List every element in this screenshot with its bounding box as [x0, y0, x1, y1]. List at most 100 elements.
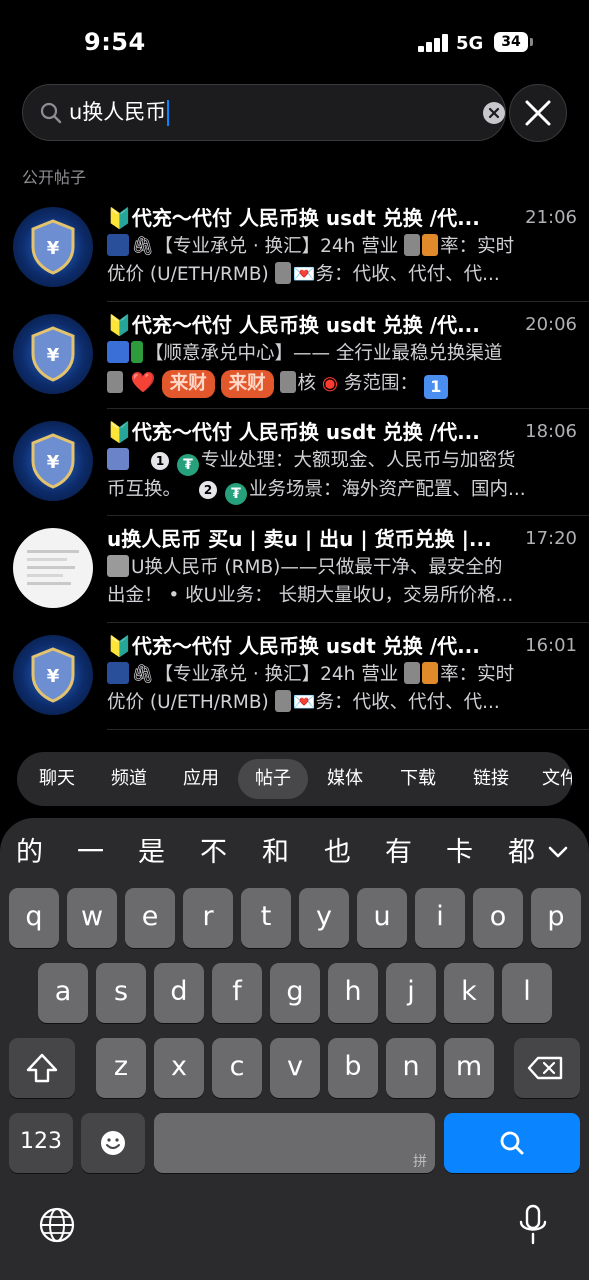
close-icon — [525, 100, 551, 126]
key-v[interactable]: v — [270, 1038, 320, 1098]
emoji-key[interactable] — [81, 1113, 145, 1173]
key-a[interactable]: a — [38, 963, 88, 1023]
post-snippet: 🖇【专业承兑 · 换汇】24h 营业 率：实时 — [107, 661, 575, 689]
candidate[interactable]: 一 — [77, 830, 104, 869]
filter-tabs: 聊天 频道 应用 帖子 媒体 下载 链接 文件 — [17, 752, 572, 806]
post-snippet: 优价 (U/ETH/RMB) 💌务：代收、代付、代... — [107, 690, 500, 713]
candidate[interactable]: 卡 — [446, 830, 473, 869]
list-item[interactable]: ¥ 🔰代充～代付 人民币换 usdt 兑换 /代... 18:06 1 ₮ 专业处理… — [0, 409, 589, 516]
emoji-icon — [131, 341, 143, 363]
post-snippet: U换人民币 (RMB)——只做最干净、最安全的 — [107, 554, 575, 582]
candidate[interactable]: 是 — [138, 830, 165, 869]
key-p[interactable]: p — [531, 888, 581, 948]
key-x[interactable]: x — [154, 1038, 204, 1098]
key-i[interactable]: i — [415, 888, 465, 948]
candidate[interactable]: 的 — [16, 830, 43, 869]
tether-icon: ₮ — [225, 483, 248, 505]
list-item[interactable]: ¥ 🔰代充～代付 人民币换 usdt 兑换 /代... 20:06 【顺意承兑中… — [0, 302, 589, 409]
tab-channels[interactable]: 频道 — [97, 759, 161, 799]
avatar: ¥ — [13, 421, 93, 501]
search-icon — [40, 102, 62, 124]
svg-text:¥: ¥ — [47, 238, 60, 259]
search-key[interactable] — [444, 1113, 580, 1173]
network-type: 5G — [456, 33, 484, 54]
space-key[interactable]: 拼 — [154, 1113, 435, 1173]
tab-apps[interactable]: 应用 — [169, 759, 233, 799]
candidate[interactable]: 和 — [262, 830, 289, 869]
key-h[interactable]: h — [328, 963, 378, 1023]
backspace-icon — [527, 1056, 563, 1080]
shield-icon: ¥ — [31, 647, 75, 703]
emoji-icon — [422, 234, 439, 256]
key-o[interactable]: o — [473, 888, 523, 948]
key-n[interactable]: n — [386, 1038, 436, 1098]
clear-search-button[interactable] — [483, 102, 505, 124]
post-snippet: 【顺意承兑中心】—— 全行业最稳兑换渠道 — [107, 340, 575, 368]
key-b[interactable]: b — [328, 1038, 378, 1098]
key-g[interactable]: g — [270, 963, 320, 1023]
numbers-key[interactable]: 123 — [9, 1113, 73, 1173]
emoji-icon — [274, 262, 291, 284]
thumbnail-icon — [107, 555, 129, 577]
chevron-down-icon[interactable] — [544, 838, 572, 866]
emoji-icon — [404, 234, 421, 256]
key-t[interactable]: t — [241, 888, 291, 948]
avatar — [13, 528, 93, 608]
key-c[interactable]: c — [212, 1038, 262, 1098]
key-z[interactable]: z — [96, 1038, 146, 1098]
pinyin-indicator: 拼 — [413, 1154, 427, 1170]
post-snippet: 优价 (U/ETH/RMB) 💌务：代收、代付、代... — [107, 262, 500, 285]
key-k[interactable]: k — [444, 963, 494, 1023]
close-search-button[interactable] — [509, 84, 567, 142]
search-field[interactable]: u换人民币 — [22, 84, 506, 141]
key-q[interactable]: q — [9, 888, 59, 948]
list-item[interactable]: ¥ 🔰代充～代付 人民币换 usdt 兑换 /代... 16:01 🖇【专业承兑… — [0, 623, 589, 730]
list-item[interactable]: ¥ 🔰代充～代付 人民币换 usdt 兑换 /代... 21:06 🖇【专业承兑… — [0, 195, 589, 302]
globe-icon[interactable] — [38, 1206, 76, 1244]
key-u[interactable]: u — [357, 888, 407, 948]
candidate-bar: 的 一 是 不 和 也 有 卡 都 — [0, 818, 589, 884]
key-l[interactable]: l — [502, 963, 552, 1023]
tab-chats[interactable]: 聊天 — [25, 759, 89, 799]
emoji-icon — [101, 1131, 125, 1155]
post-title: 🔰代充～代付 人民币换 usdt 兑换 /代... — [107, 206, 480, 230]
candidate[interactable]: 有 — [385, 830, 412, 869]
tab-posts[interactable]: 帖子 — [238, 759, 308, 799]
tab-files[interactable]: 文件 — [530, 759, 572, 799]
key-e[interactable]: e — [125, 888, 175, 948]
tab-links[interactable]: 链接 — [459, 759, 523, 799]
key-w[interactable]: w — [67, 888, 117, 948]
key-f[interactable]: f — [212, 963, 262, 1023]
post-snippet: 1 ₮ 专业处理：大额现金、人民币与加密货 — [107, 447, 575, 476]
post-time: 18:06 — [525, 421, 577, 442]
list-item[interactable]: u换人民币 买u | 卖u | 出u | 货币兑换 |... 17:20 U换人… — [0, 516, 589, 623]
emoji-icon — [422, 662, 439, 684]
thumbnail-icon — [107, 341, 129, 363]
clock: 9:54 — [84, 28, 146, 56]
key-m[interactable]: m — [444, 1038, 494, 1098]
key-s[interactable]: s — [96, 963, 146, 1023]
post-time: 16:01 — [525, 635, 577, 656]
post-snippet: 币互换。 2 ₮ 业务场景：海外资产配置、国内... — [107, 476, 575, 505]
candidate[interactable]: 也 — [324, 830, 351, 869]
shield-icon: ¥ — [31, 219, 75, 275]
tab-downloads[interactable]: 下载 — [386, 759, 450, 799]
key-y[interactable]: y — [299, 888, 349, 948]
keyboard: 的 一 是 不 和 也 有 卡 都 q w e r t y u i o p a … — [0, 818, 589, 1280]
battery-icon: 34 — [494, 32, 533, 52]
post-title: 🔰代充～代付 人民币换 usdt 兑换 /代... — [107, 634, 480, 658]
divider — [107, 729, 589, 730]
post-snippet: ❤️ 来财 来财 核 ◉ 务范围： 1 — [107, 368, 575, 399]
candidate[interactable]: 都 — [508, 830, 535, 869]
tab-media[interactable]: 媒体 — [313, 759, 377, 799]
key-d[interactable]: d — [154, 963, 204, 1023]
key-j[interactable]: j — [386, 963, 436, 1023]
microphone-icon[interactable] — [518, 1204, 548, 1246]
shift-key[interactable] — [9, 1038, 75, 1098]
avatar: ¥ — [13, 314, 93, 394]
key-r[interactable]: r — [183, 888, 233, 948]
search-input[interactable]: u换人民币 — [69, 85, 469, 140]
shield-icon: ¥ — [31, 433, 75, 489]
candidate[interactable]: 不 — [200, 830, 227, 869]
backspace-key[interactable] — [514, 1038, 580, 1098]
